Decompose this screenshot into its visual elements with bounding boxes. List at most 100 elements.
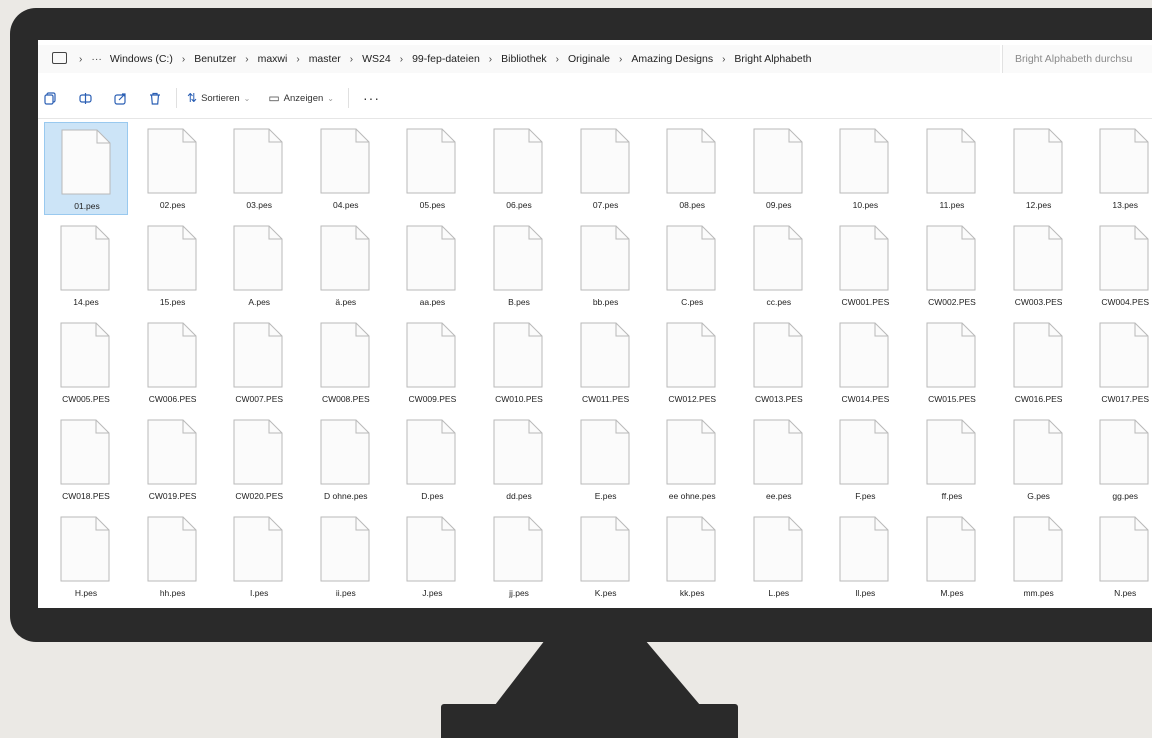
chevron-right-icon[interactable]: ›	[489, 54, 492, 65]
file-item[interactable]: M.pes	[910, 510, 994, 603]
file-item[interactable]: 01.pes	[44, 122, 128, 215]
file-item[interactable]: ä.pes	[304, 219, 388, 312]
file-item[interactable]: G.pes	[997, 413, 1081, 506]
breadcrumb-item[interactable]: Windows (C:)	[110, 53, 173, 65]
breadcrumb-item[interactable]: 99-fep-dateien	[412, 53, 480, 65]
file-item[interactable]: F.pes	[823, 413, 907, 506]
breadcrumb-item[interactable]: WS24	[362, 53, 391, 65]
file-item[interactable]: aa.pes	[390, 219, 474, 312]
file-item[interactable]: 07.pes	[564, 122, 648, 215]
file-item[interactable]: 03.pes	[217, 122, 301, 215]
file-item[interactable]: dd.pes	[477, 413, 561, 506]
file-item[interactable]: 06.pes	[477, 122, 561, 215]
file-item[interactable]: CW012.PES	[650, 316, 734, 409]
view-button[interactable]: ▭ Anzeigen ⌄	[268, 91, 334, 105]
file-item[interactable]: cc.pes	[737, 219, 821, 312]
document-icon	[60, 516, 110, 582]
file-item[interactable]: CW002.PES	[910, 219, 994, 312]
file-item[interactable]: CW004.PES	[1083, 219, 1152, 312]
copy-icon[interactable]	[44, 92, 56, 105]
more-options-button[interactable]: ···	[363, 90, 380, 106]
file-item[interactable]: CW009.PES	[390, 316, 474, 409]
ellipsis-button[interactable]: ···	[91, 53, 102, 65]
file-item[interactable]: CW010.PES	[477, 316, 561, 409]
file-item[interactable]: CW018.PES	[44, 413, 128, 506]
file-item[interactable]: CW019.PES	[131, 413, 215, 506]
file-item[interactable]: J.pes	[390, 510, 474, 603]
delete-icon[interactable]	[149, 92, 160, 105]
chevron-right-icon[interactable]: ›	[79, 54, 82, 65]
file-item[interactable]: gg.pes	[1083, 413, 1152, 506]
file-item[interactable]: CW003.PES	[997, 219, 1081, 312]
chevron-right-icon[interactable]: ›	[350, 54, 353, 65]
chevron-right-icon[interactable]: ›	[556, 54, 559, 65]
breadcrumb-item[interactable]: master	[309, 53, 341, 65]
file-item[interactable]: 11.pes	[910, 122, 994, 215]
breadcrumb-item[interactable]: Bright Alphabeth	[734, 53, 811, 65]
file-item[interactable]: CW013.PES	[737, 316, 821, 409]
file-item[interactable]: CW007.PES	[217, 316, 301, 409]
file-item[interactable]: kk.pes	[650, 510, 734, 603]
file-item[interactable]: D ohne.pes	[304, 413, 388, 506]
breadcrumb-item[interactable]: Benutzer	[194, 53, 236, 65]
file-item[interactable]: B.pes	[477, 219, 561, 312]
file-item[interactable]: CW020.PES	[217, 413, 301, 506]
file-item[interactable]: CW001.PES	[823, 219, 907, 312]
chevron-right-icon[interactable]: ›	[619, 54, 622, 65]
chevron-right-icon[interactable]: ›	[400, 54, 403, 65]
file-item[interactable]: 02.pes	[131, 122, 215, 215]
breadcrumb-item[interactable]: Originale	[568, 53, 610, 65]
file-item[interactable]: N.pes	[1083, 510, 1152, 603]
document-icon	[233, 516, 283, 582]
file-item[interactable]: 09.pes	[737, 122, 821, 215]
file-item[interactable]: CW006.PES	[131, 316, 215, 409]
file-item[interactable]: ee.pes	[737, 413, 821, 506]
file-item[interactable]: H.pes	[44, 510, 128, 603]
file-item[interactable]: ll.pes	[823, 510, 907, 603]
file-item[interactable]: D.pes	[390, 413, 474, 506]
file-item[interactable]: CW005.PES	[44, 316, 128, 409]
file-item[interactable]: mm.pes	[997, 510, 1081, 603]
file-name: CW014.PES	[841, 394, 890, 404]
file-item[interactable]: 10.pes	[823, 122, 907, 215]
breadcrumb-item[interactable]: Bibliothek	[501, 53, 547, 65]
file-item[interactable]: ee ohne.pes	[650, 413, 734, 506]
file-item[interactable]: 04.pes	[304, 122, 388, 215]
file-item[interactable]: 12.pes	[997, 122, 1081, 215]
file-item[interactable]: 15.pes	[131, 219, 215, 312]
file-item[interactable]: CW008.PES	[304, 316, 388, 409]
share-icon[interactable]	[114, 92, 126, 105]
breadcrumb-item[interactable]: Amazing Designs	[631, 53, 713, 65]
search-input[interactable]: Bright Alphabeth durchsu	[1002, 45, 1152, 73]
file-item[interactable]: ii.pes	[304, 510, 388, 603]
document-icon	[147, 128, 197, 194]
breadcrumb-item[interactable]: maxwi	[258, 53, 288, 65]
file-item[interactable]: ff.pes	[910, 413, 994, 506]
file-item[interactable]: C.pes	[650, 219, 734, 312]
computer-icon[interactable]	[52, 52, 67, 64]
chevron-right-icon[interactable]: ›	[245, 54, 248, 65]
chevron-right-icon[interactable]: ›	[182, 54, 185, 65]
file-item[interactable]: jj.pes	[477, 510, 561, 603]
file-item[interactable]: 14.pes	[44, 219, 128, 312]
file-item[interactable]: 13.pes	[1083, 122, 1152, 215]
file-item[interactable]: CW017.PES	[1083, 316, 1152, 409]
file-item[interactable]: CW016.PES	[997, 316, 1081, 409]
file-item[interactable]: CW014.PES	[823, 316, 907, 409]
chevron-right-icon[interactable]: ›	[722, 54, 725, 65]
file-item[interactable]: I.pes	[217, 510, 301, 603]
file-item[interactable]: hh.pes	[131, 510, 215, 603]
view-label: Anzeigen	[283, 92, 324, 104]
file-item[interactable]: K.pes	[564, 510, 648, 603]
file-item[interactable]: 08.pes	[650, 122, 734, 215]
file-item[interactable]: E.pes	[564, 413, 648, 506]
file-item[interactable]: bb.pes	[564, 219, 648, 312]
sort-button[interactable]: ⇅ Sortieren ⌄	[187, 91, 250, 105]
rename-icon[interactable]	[79, 92, 92, 104]
chevron-right-icon[interactable]: ›	[296, 54, 299, 65]
file-item[interactable]: CW015.PES	[910, 316, 994, 409]
file-item[interactable]: A.pes	[217, 219, 301, 312]
file-item[interactable]: L.pes	[737, 510, 821, 603]
file-item[interactable]: CW011.PES	[564, 316, 648, 409]
file-item[interactable]: 05.pes	[390, 122, 474, 215]
